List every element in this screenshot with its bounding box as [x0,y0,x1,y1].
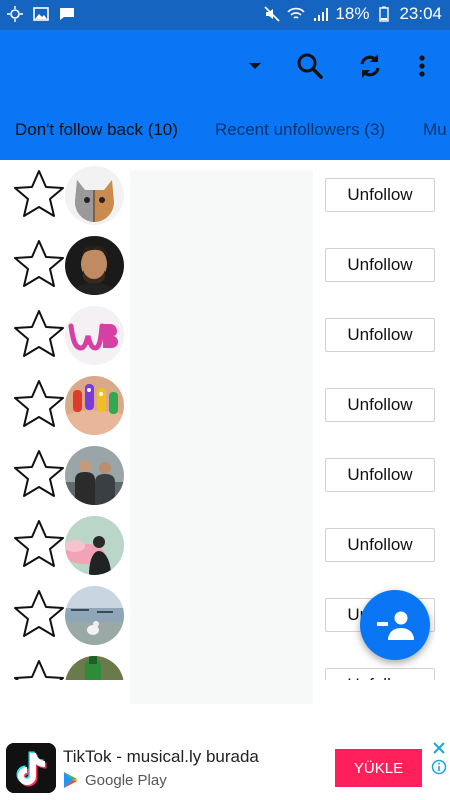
unfollow-all-fab[interactable] [360,590,430,660]
battery-percent: 18% [335,4,370,23]
star-icon[interactable] [12,238,66,292]
message-notification-icon [60,8,74,20]
avatar [65,306,124,365]
avatar [65,586,124,645]
remove-user-icon [377,611,414,640]
unfollow-button[interactable]: Unfollow [325,318,435,352]
search-icon [297,53,323,79]
avatar [65,376,124,435]
tiktok-app-icon[interactable] [6,743,56,793]
battery-icon [379,6,390,22]
list-item: Unfollow [0,510,450,580]
ad-banner[interactable]: TikTok - musical.ly burada Google Play Y… [0,735,450,800]
star-icon[interactable] [12,518,66,572]
clock: 23:04 [399,4,442,23]
ad-store-label: Google Play [85,771,167,789]
ad-store-badge: Google Play [63,771,167,789]
unfollow-button[interactable]: Unfollow [325,388,435,422]
star-icon[interactable] [12,448,66,502]
ad-title[interactable]: TikTok - musical.ly burada [63,747,259,767]
ad-close-icon[interactable] [432,741,446,755]
tab-mutual[interactable]: Mu [423,120,447,140]
unfollow-button[interactable]: Unfollow [325,528,435,562]
unfollow-button[interactable]: Unfollow [325,458,435,492]
search-button[interactable] [290,46,330,86]
star-icon[interactable] [12,658,66,680]
unfollow-button[interactable]: Unfollow [325,178,435,212]
list-item: Unfollow [0,440,450,510]
app-bar [0,30,450,100]
refresh-icon [360,54,380,78]
tab-dont-follow-back[interactable]: Don't follow back (10) [15,120,178,140]
wifi-icon [287,7,306,19]
list-item: Unfollow [0,230,450,300]
avatar [65,516,124,575]
star-icon[interactable] [12,588,66,642]
star-icon[interactable] [12,308,66,362]
sun-notification-icon [7,6,23,22]
tab-bar: Don't follow back (10) Recent unfollower… [0,100,450,160]
signal-icon [314,8,329,21]
avatar [65,656,124,680]
tab-recent-unfollowers[interactable]: Recent unfollowers (3) [215,120,385,140]
star-icon[interactable] [12,168,66,222]
gallery-notification-icon [33,7,49,21]
avatar [65,446,124,505]
dropdown-arrow-icon [249,63,261,69]
list-item: Unfollow [0,370,450,440]
google-play-icon [64,772,77,788]
list-item: Unfollow [0,300,450,370]
account-dropdown-button[interactable] [235,46,275,86]
avatar [65,236,124,295]
refresh-button[interactable] [350,46,390,86]
mute-icon [264,6,280,22]
list-item: Unfollow [0,160,450,230]
overflow-menu-button[interactable] [402,46,442,86]
unfollow-button[interactable]: Unfollow [325,248,435,282]
status-bar: 18% 23:04 [0,0,450,30]
ad-install-button[interactable]: YÜKLE [335,749,422,787]
unfollow-button[interactable]: Unfollow [325,668,435,680]
more-vert-icon [419,55,425,77]
ad-info-icon[interactable] [431,759,447,775]
avatar [65,166,124,225]
star-icon[interactable] [12,378,66,432]
